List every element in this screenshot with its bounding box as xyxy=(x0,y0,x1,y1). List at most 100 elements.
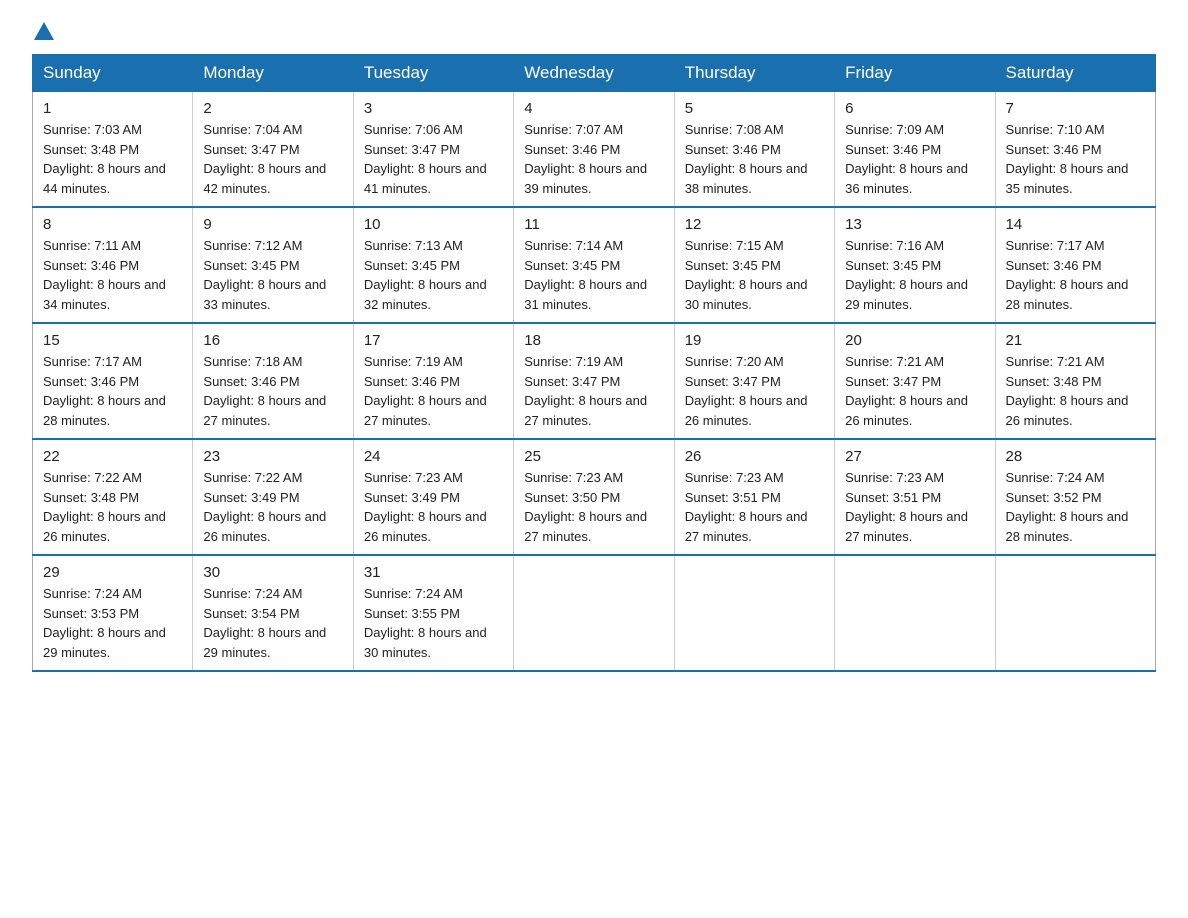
day-number: 4 xyxy=(524,100,663,117)
day-number: 17 xyxy=(364,332,503,349)
day-info: Sunrise: 7:22 AMSunset: 3:49 PMDaylight:… xyxy=(203,468,342,546)
day-number: 25 xyxy=(524,448,663,465)
calendar-cell: 8 Sunrise: 7:11 AMSunset: 3:46 PMDaylight… xyxy=(33,207,193,323)
calendar-table: SundayMondayTuesdayWednesdayThursdayFrid… xyxy=(32,54,1156,672)
day-info: Sunrise: 7:17 AMSunset: 3:46 PMDaylight:… xyxy=(43,352,182,430)
calendar-cell: 23 Sunrise: 7:22 AMSunset: 3:49 PMDayligh… xyxy=(193,439,353,555)
calendar-cell: 30 Sunrise: 7:24 AMSunset: 3:54 PMDayligh… xyxy=(193,555,353,671)
calendar-cell xyxy=(995,555,1155,671)
calendar-cell: 16 Sunrise: 7:18 AMSunset: 3:46 PMDayligh… xyxy=(193,323,353,439)
day-number: 13 xyxy=(845,216,984,233)
day-number: 12 xyxy=(685,216,824,233)
calendar-cell: 13Sunrise: 7:16 AMSunset: 3:45 PMDayligh… xyxy=(835,207,995,323)
calendar-cell: 10 Sunrise: 7:13 AMSunset: 3:45 PMDayligh… xyxy=(353,207,513,323)
day-info: Sunrise: 7:24 AMSunset: 3:52 PMDaylight:… xyxy=(1006,468,1145,546)
calendar-cell: 5Sunrise: 7:08 AMSunset: 3:46 PMDaylight… xyxy=(674,92,834,208)
calendar-cell: 18 Sunrise: 7:19 AMSunset: 3:47 PMDayligh… xyxy=(514,323,674,439)
calendar-cell: 24 Sunrise: 7:23 AMSunset: 3:49 PMDayligh… xyxy=(353,439,513,555)
calendar-cell: 17Sunrise: 7:19 AMSunset: 3:46 PMDayligh… xyxy=(353,323,513,439)
day-number: 19 xyxy=(685,332,824,349)
day-number: 10 xyxy=(364,216,503,233)
day-info: Sunrise: 7:18 AMSunset: 3:46 PMDaylight:… xyxy=(203,352,342,430)
calendar-cell: 19 Sunrise: 7:20 AMSunset: 3:47 PMDayligh… xyxy=(674,323,834,439)
calendar-cell: 6Sunrise: 7:09 AMSunset: 3:46 PMDaylight… xyxy=(835,92,995,208)
calendar-cell: 15 Sunrise: 7:17 AMSunset: 3:46 PMDayligh… xyxy=(33,323,193,439)
day-number: 23 xyxy=(203,448,342,465)
day-number: 29 xyxy=(43,564,182,581)
calendar-week-row: 29 Sunrise: 7:24 AMSunset: 3:53 PMDayligh… xyxy=(33,555,1156,671)
calendar-cell: 4 Sunrise: 7:07 AMSunset: 3:46 PMDaylight… xyxy=(514,92,674,208)
col-header-monday: Monday xyxy=(193,55,353,92)
day-info: Sunrise: 7:15 AMSunset: 3:45 PMDaylight:… xyxy=(685,236,824,314)
logo-triangle-icon xyxy=(34,22,54,40)
calendar-cell: 22 Sunrise: 7:22 AMSunset: 3:48 PMDayligh… xyxy=(33,439,193,555)
col-header-tuesday: Tuesday xyxy=(353,55,513,92)
day-number: 24 xyxy=(364,448,503,465)
calendar-cell: 11 Sunrise: 7:14 AMSunset: 3:45 PMDayligh… xyxy=(514,207,674,323)
calendar-cell xyxy=(835,555,995,671)
day-info: Sunrise: 7:22 AMSunset: 3:48 PMDaylight:… xyxy=(43,468,182,546)
day-number: 18 xyxy=(524,332,663,349)
calendar-cell: 21 Sunrise: 7:21 AMSunset: 3:48 PMDayligh… xyxy=(995,323,1155,439)
day-number: 15 xyxy=(43,332,182,349)
calendar-cell: 26 Sunrise: 7:23 AMSunset: 3:51 PMDayligh… xyxy=(674,439,834,555)
calendar-week-row: 22 Sunrise: 7:22 AMSunset: 3:48 PMDayligh… xyxy=(33,439,1156,555)
col-header-wednesday: Wednesday xyxy=(514,55,674,92)
calendar-cell: 20Sunrise: 7:21 AMSunset: 3:47 PMDayligh… xyxy=(835,323,995,439)
day-info: Sunrise: 7:12 AMSunset: 3:45 PMDaylight:… xyxy=(203,236,342,314)
calendar-cell: 7 Sunrise: 7:10 AMSunset: 3:46 PMDaylight… xyxy=(995,92,1155,208)
calendar-cell: 1Sunrise: 7:03 AMSunset: 3:48 PMDaylight… xyxy=(33,92,193,208)
calendar-cell xyxy=(514,555,674,671)
day-number: 8 xyxy=(43,216,182,233)
calendar-cell: 12 Sunrise: 7:15 AMSunset: 3:45 PMDayligh… xyxy=(674,207,834,323)
day-info: Sunrise: 7:23 AMSunset: 3:50 PMDaylight:… xyxy=(524,468,663,546)
calendar-cell: 31 Sunrise: 7:24 AMSunset: 3:55 PMDayligh… xyxy=(353,555,513,671)
day-number: 20 xyxy=(845,332,984,349)
day-number: 3 xyxy=(364,100,503,117)
day-info: Sunrise: 7:07 AMSunset: 3:46 PMDaylight:… xyxy=(524,120,663,198)
calendar-cell: 2 Sunrise: 7:04 AMSunset: 3:47 PMDaylight… xyxy=(193,92,353,208)
day-number: 26 xyxy=(685,448,824,465)
col-header-thursday: Thursday xyxy=(674,55,834,92)
day-number: 28 xyxy=(1006,448,1145,465)
day-number: 22 xyxy=(43,448,182,465)
day-info: Sunrise: 7:24 AMSunset: 3:55 PMDaylight:… xyxy=(364,584,503,662)
day-info: Sunrise: 7:03 AMSunset: 3:48 PMDaylight:… xyxy=(43,120,182,198)
day-info: Sunrise: 7:24 AMSunset: 3:54 PMDaylight:… xyxy=(203,584,342,662)
day-info: Sunrise: 7:11 AMSunset: 3:46 PMDaylight:… xyxy=(43,236,182,314)
day-info: Sunrise: 7:19 AMSunset: 3:47 PMDaylight:… xyxy=(524,352,663,430)
day-info: Sunrise: 7:10 AMSunset: 3:46 PMDaylight:… xyxy=(1006,120,1145,198)
calendar-cell: 9Sunrise: 7:12 AMSunset: 3:45 PMDaylight… xyxy=(193,207,353,323)
day-number: 2 xyxy=(203,100,342,117)
day-info: Sunrise: 7:23 AMSunset: 3:49 PMDaylight:… xyxy=(364,468,503,546)
day-info: Sunrise: 7:24 AMSunset: 3:53 PMDaylight:… xyxy=(43,584,182,662)
day-info: Sunrise: 7:23 AMSunset: 3:51 PMDaylight:… xyxy=(845,468,984,546)
calendar-cell xyxy=(674,555,834,671)
calendar-cell: 14 Sunrise: 7:17 AMSunset: 3:46 PMDayligh… xyxy=(995,207,1155,323)
day-info: Sunrise: 7:04 AMSunset: 3:47 PMDaylight:… xyxy=(203,120,342,198)
calendar-header-row: SundayMondayTuesdayWednesdayThursdayFrid… xyxy=(33,55,1156,92)
calendar-week-row: 8 Sunrise: 7:11 AMSunset: 3:46 PMDaylight… xyxy=(33,207,1156,323)
calendar-cell: 28 Sunrise: 7:24 AMSunset: 3:52 PMDayligh… xyxy=(995,439,1155,555)
day-number: 27 xyxy=(845,448,984,465)
day-info: Sunrise: 7:17 AMSunset: 3:46 PMDaylight:… xyxy=(1006,236,1145,314)
logo xyxy=(32,24,56,38)
calendar-week-row: 1Sunrise: 7:03 AMSunset: 3:48 PMDaylight… xyxy=(33,92,1156,208)
day-info: Sunrise: 7:13 AMSunset: 3:45 PMDaylight:… xyxy=(364,236,503,314)
day-number: 31 xyxy=(364,564,503,581)
day-info: Sunrise: 7:21 AMSunset: 3:48 PMDaylight:… xyxy=(1006,352,1145,430)
day-number: 11 xyxy=(524,216,663,233)
calendar-cell: 25 Sunrise: 7:23 AMSunset: 3:50 PMDayligh… xyxy=(514,439,674,555)
col-header-saturday: Saturday xyxy=(995,55,1155,92)
day-number: 30 xyxy=(203,564,342,581)
day-info: Sunrise: 7:23 AMSunset: 3:51 PMDaylight:… xyxy=(685,468,824,546)
col-header-sunday: Sunday xyxy=(33,55,193,92)
day-info: Sunrise: 7:14 AMSunset: 3:45 PMDaylight:… xyxy=(524,236,663,314)
day-info: Sunrise: 7:09 AMSunset: 3:46 PMDaylight:… xyxy=(845,120,984,198)
day-number: 16 xyxy=(203,332,342,349)
day-number: 14 xyxy=(1006,216,1145,233)
day-number: 21 xyxy=(1006,332,1145,349)
day-number: 5 xyxy=(685,100,824,117)
day-info: Sunrise: 7:20 AMSunset: 3:47 PMDaylight:… xyxy=(685,352,824,430)
day-number: 7 xyxy=(1006,100,1145,117)
